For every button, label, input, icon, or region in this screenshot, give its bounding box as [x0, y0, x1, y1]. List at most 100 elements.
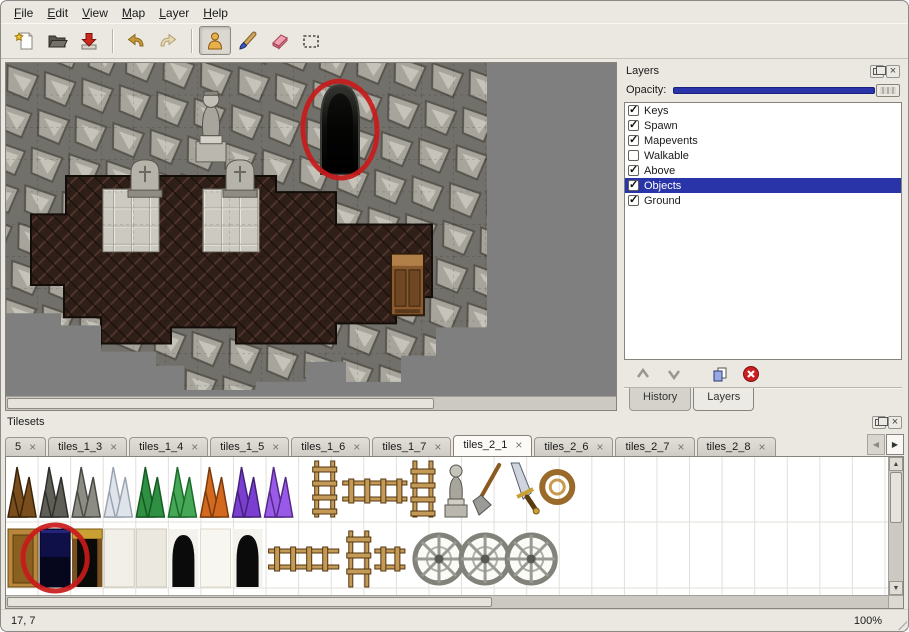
- menu-layer[interactable]: Layer: [152, 4, 196, 22]
- layer-label: Above: [644, 165, 675, 177]
- close-icon[interactable]: [108, 442, 119, 453]
- brush-tool-button[interactable]: [231, 26, 263, 55]
- menu-view[interactable]: View: [75, 4, 115, 22]
- layer-visibility-checkbox[interactable]: [628, 165, 639, 176]
- layer-label: Ground: [644, 195, 681, 207]
- scroll-tabs-right-button[interactable]: ▶: [886, 434, 904, 455]
- layer-label: Keys: [644, 105, 668, 117]
- close-icon[interactable]: [270, 442, 281, 453]
- tileset-vertical-scrollbar[interactable]: ▲ ▼: [888, 457, 903, 595]
- tab-layers[interactable]: Layers: [693, 388, 754, 411]
- raise-layer-button[interactable]: [632, 364, 654, 384]
- menu-map[interactable]: Map: [115, 4, 152, 22]
- tileset-hscroll-thumb[interactable]: [7, 597, 492, 607]
- scroll-down-icon[interactable]: ▼: [889, 581, 903, 595]
- open-button[interactable]: [41, 26, 73, 55]
- close-icon[interactable]: [27, 442, 38, 453]
- layer-row-walkable[interactable]: Walkable: [625, 148, 901, 163]
- menu-edit[interactable]: Edit: [40, 4, 75, 22]
- tileset-horizontal-scrollbar[interactable]: [6, 595, 903, 608]
- opacity-label: Opacity:: [626, 84, 666, 96]
- tileset-tab-0[interactable]: 5: [5, 437, 46, 456]
- menu-help[interactable]: Help: [196, 4, 235, 22]
- layer-visibility-checkbox[interactable]: [628, 120, 639, 131]
- tileset-tabbar: 5 tiles_1_3 tiles_1_4 tiles_1_5 tiles_1_…: [5, 431, 904, 456]
- layer-visibility-checkbox[interactable]: [628, 180, 639, 191]
- tileset-tab-3[interactable]: tiles_1_5: [210, 437, 289, 456]
- layer-row-objects[interactable]: Objects: [625, 178, 901, 193]
- tab-history[interactable]: History: [629, 388, 691, 411]
- close-icon[interactable]: [676, 442, 687, 453]
- close-icon[interactable]: [432, 442, 443, 453]
- opacity-slider-handle[interactable]: [876, 84, 900, 97]
- save-button[interactable]: [73, 26, 105, 55]
- delete-layer-button[interactable]: [740, 364, 762, 384]
- menubar: File Edit View Map Layer Help: [1, 1, 908, 23]
- tileset-tab-4[interactable]: tiles_1_6: [291, 437, 370, 456]
- player-tool-button[interactable]: [199, 26, 231, 55]
- layer-visibility-checkbox[interactable]: [628, 195, 639, 206]
- layer-row-keys[interactable]: Keys: [625, 103, 901, 118]
- undo-button[interactable]: [120, 26, 152, 55]
- toolbar-separator: [112, 29, 113, 53]
- opacity-slider-track[interactable]: [673, 87, 875, 94]
- tileset-tab-7[interactable]: tiles_2_6: [534, 437, 613, 456]
- close-icon[interactable]: [757, 442, 768, 453]
- layer-label: Spawn: [644, 120, 678, 132]
- float-panel-button[interactable]: [872, 416, 886, 429]
- layer-label: Mapevents: [644, 135, 698, 147]
- layer-visibility-checkbox[interactable]: [628, 105, 639, 116]
- layer-row-spawn[interactable]: Spawn: [625, 118, 901, 133]
- resize-grip[interactable]: [893, 616, 907, 630]
- tileset-canvas[interactable]: [6, 457, 888, 595]
- layer-row-ground[interactable]: Ground: [625, 193, 901, 208]
- tileset-tab-6[interactable]: tiles_2_1: [453, 435, 532, 456]
- select-tool-button[interactable]: [295, 26, 327, 55]
- scroll-up-icon[interactable]: ▲: [889, 457, 903, 471]
- redo-button[interactable]: [152, 26, 184, 55]
- float-panel-button[interactable]: [870, 65, 884, 78]
- scroll-tabs-left-button[interactable]: ◀: [867, 434, 885, 455]
- cursor-coordinates: 17, 7: [11, 615, 35, 627]
- tileset-tab-label: tiles_1_5: [220, 441, 264, 453]
- close-icon[interactable]: [513, 440, 524, 451]
- tileset-tab-label: 5: [15, 441, 21, 453]
- lower-layer-button[interactable]: [663, 364, 685, 384]
- map-horizontal-scrollbar[interactable]: [6, 396, 616, 410]
- tileset-tab-5[interactable]: tiles_1_7: [372, 437, 451, 456]
- layers-list: Keys Spawn Mapevents Walkable Above: [624, 102, 902, 360]
- tilesets-panel: Tilesets 5 tiles_1_3 tiles_1_4: [1, 413, 908, 609]
- new-file-icon: [14, 30, 36, 52]
- redo-arrow-icon: [157, 30, 179, 52]
- tileset-vscroll-track[interactable]: [889, 471, 903, 581]
- layer-visibility-checkbox[interactable]: [628, 150, 639, 161]
- gravestone-1: [128, 160, 162, 197]
- layer-row-above[interactable]: Above: [625, 163, 901, 178]
- tileset-vscroll-thumb[interactable]: [890, 472, 902, 523]
- wheel-tiles: [415, 535, 555, 583]
- tileset-tab-1[interactable]: tiles_1_3: [48, 437, 127, 456]
- new-file-button[interactable]: [9, 26, 41, 55]
- eraser-tool-button[interactable]: [263, 26, 295, 55]
- person-icon: [204, 30, 226, 52]
- tilesets-panel-title: Tilesets: [7, 416, 45, 428]
- tileset-tab-label: tiles_2_6: [544, 441, 588, 453]
- tileset-tab-9[interactable]: tiles_2_8: [697, 437, 776, 456]
- map-hscroll-thumb[interactable]: [7, 398, 434, 409]
- close-icon[interactable]: [189, 442, 200, 453]
- close-icon[interactable]: [351, 442, 362, 453]
- tileset-tab-8[interactable]: tiles_2_7: [615, 437, 694, 456]
- float-icon: [875, 419, 883, 426]
- menu-file[interactable]: File: [7, 4, 40, 22]
- duplicate-layer-button[interactable]: [709, 364, 731, 384]
- brush-icon: [236, 30, 258, 52]
- map-canvas[interactable]: [6, 63, 616, 396]
- close-icon[interactable]: [594, 442, 605, 453]
- close-panel-button[interactable]: [886, 65, 900, 78]
- toolbar-separator: [191, 29, 192, 53]
- opacity-slider[interactable]: [673, 83, 900, 97]
- layer-row-mapevents[interactable]: Mapevents: [625, 133, 901, 148]
- tileset-tab-2[interactable]: tiles_1_4: [129, 437, 208, 456]
- layer-visibility-checkbox[interactable]: [628, 135, 639, 146]
- close-panel-button[interactable]: [888, 416, 902, 429]
